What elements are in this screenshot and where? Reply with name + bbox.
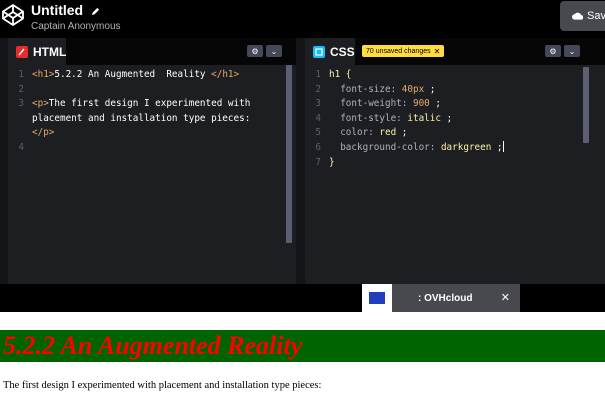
ad-text: : OVHcloud [418, 292, 473, 304]
ovhcloud-ad[interactable]: : OVHcloud ✕ [362, 284, 520, 312]
chevron-down-icon[interactable]: ⌄ [564, 45, 580, 57]
save-label: Sav [587, 10, 605, 22]
html-scrollbar[interactable] [286, 65, 292, 243]
unsaved-changes-label: 70 unsaved changes [366, 47, 431, 55]
html-editor: HTML ⚙ ⌄ 1 <h1> 5.2.2 An Augmented Reality… [8, 38, 296, 284]
author-name[interactable]: Captain Anonymous [31, 20, 121, 33]
tab-css-label: CSS [330, 44, 355, 59]
css-scrollbar[interactable] [583, 67, 589, 143]
editors-area: HTML ⚙ ⌄ 1 <h1> 5.2.2 An Augmented Reality… [0, 38, 605, 284]
code-line: </p> [32, 127, 55, 139]
code-line: 3 font-weight: 900 ; [315, 98, 441, 110]
html-badge-icon [16, 45, 28, 58]
pen-title[interactable]: Untitled [31, 2, 121, 18]
save-button[interactable]: Sav [560, 1, 605, 31]
css-code-area[interactable]: 1 h1 { 2 font-size: 40px ; 3 font-weight:… [305, 65, 605, 284]
close-icon[interactable]: ✕ [434, 47, 441, 56]
unsaved-changes-badge[interactable]: 70 unsaved changes ✕ [362, 45, 445, 57]
text-cursor [502, 140, 504, 152]
code-line: 6 background-color: darkgreen ; [315, 140, 504, 153]
result-preview: 5.2.2 An Augmented Reality The first des… [0, 312, 605, 414]
code-line: 4 [18, 141, 24, 153]
cloud-icon [572, 12, 583, 20]
pen-title-block: Untitled Captain Anonymous [31, 2, 121, 33]
preview-paragraph: The first design I experimented with pla… [3, 380, 322, 391]
close-icon[interactable]: ✕ [501, 291, 510, 304]
code-line: 5 color: red ; [315, 127, 408, 139]
tab-html[interactable]: HTML [8, 38, 67, 65]
chevron-down-icon[interactable]: ⌄ [266, 45, 282, 57]
code-line: placement and installation type pieces: [32, 112, 251, 124]
code-line: 2 font-size: 40px ; [315, 83, 436, 95]
pencil-icon[interactable] [91, 7, 100, 16]
ad-bar: : OVHcloud ✕ [0, 284, 605, 312]
code-line: 1 <h1> 5.2.2 An Augmented Reality </h1> [18, 69, 240, 80]
code-line: 2 [18, 83, 24, 95]
html-tools: ⚙ ⌄ [247, 45, 282, 57]
tab-css[interactable]: CSS [305, 38, 355, 65]
codepen-logo-icon[interactable] [0, 2, 26, 28]
top-header: Untitled Captain Anonymous Sav [0, 0, 605, 38]
code-line: 1 h1 { [315, 69, 352, 80]
css-badge-icon [313, 45, 325, 58]
css-editor: CSS 70 unsaved changes ✕ ⚙ ⌄ 1 h1 { 2 fon… [305, 38, 605, 284]
gear-icon[interactable]: ⚙ [545, 45, 561, 57]
code-line: 3 <p> The first design I experimented with [18, 98, 251, 110]
preview-heading: 5.2.2 An Augmented Reality [0, 330, 605, 362]
css-tools: ⚙ ⌄ [545, 45, 580, 57]
code-line: 4 font-style: italic ; [315, 112, 453, 124]
tab-html-label: HTML [33, 44, 67, 59]
gear-icon[interactable]: ⚙ [247, 45, 263, 57]
ad-image [362, 284, 392, 312]
html-code-area[interactable]: 1 <h1> 5.2.2 An Augmented Reality </h1> 2 … [8, 65, 296, 284]
code-line: 7} [315, 156, 335, 168]
pen-title-text: Untitled [31, 2, 84, 18]
